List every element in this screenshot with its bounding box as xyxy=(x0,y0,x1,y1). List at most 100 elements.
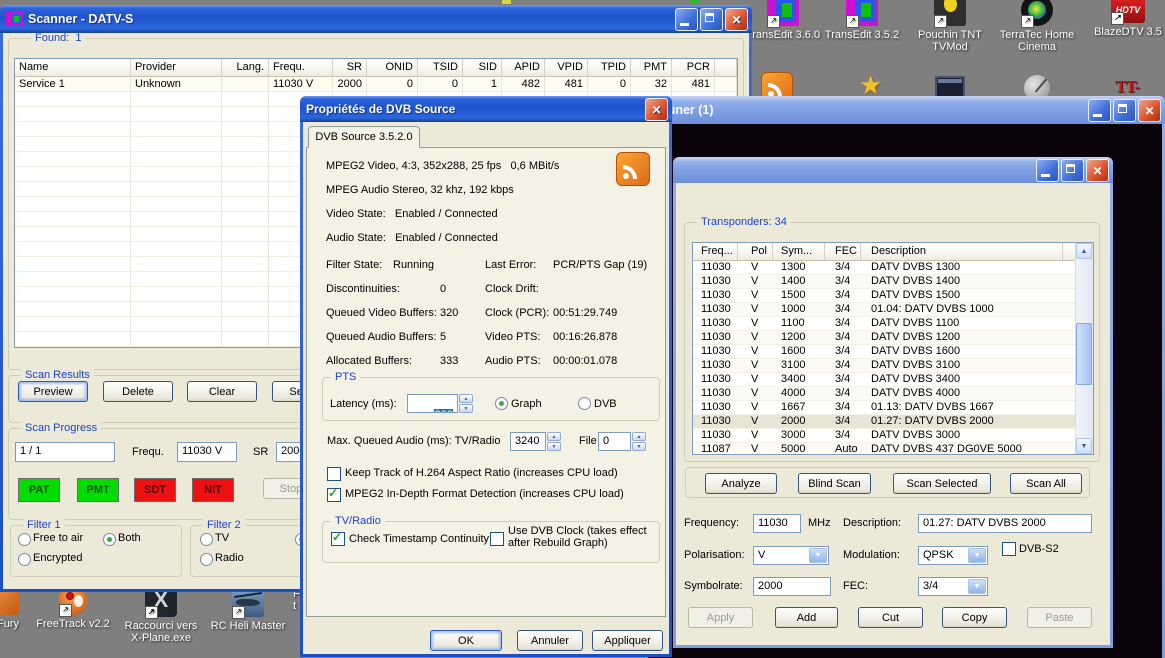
spin-up-icon[interactable]: ▲ xyxy=(632,432,646,441)
latency-stepper[interactable]: ▲▼ xyxy=(459,394,473,413)
tuner-titlebar[interactable]: Tuner (1) xyxy=(645,96,1165,124)
close-button[interactable] xyxy=(1138,99,1161,122)
frequency-field[interactable]: 11030 xyxy=(753,514,801,533)
scroll-down-icon[interactable]: ▼ xyxy=(1076,438,1092,454)
column-header[interactable]: SID xyxy=(463,59,502,77)
desktop-icon-pouchin[interactable]: ↗Pouchin TNTTVMod xyxy=(910,0,990,53)
max-queued-tv-stepper[interactable]: ▲▼ xyxy=(547,432,561,451)
frequ-field[interactable]: 11030 V xyxy=(177,442,237,462)
scrollbar-thumb[interactable] xyxy=(1076,323,1092,385)
column-header[interactable]: Description xyxy=(861,243,1063,261)
column-header[interactable]: PMT xyxy=(631,59,672,77)
polarisation-select[interactable]: V ▼ xyxy=(753,546,829,565)
desktop-icon-xplane[interactable]: X↗Raccourci versX-Plane.exe xyxy=(121,585,201,644)
symbolrate-field[interactable]: 2000 xyxy=(753,577,831,596)
transponder-row[interactable]: 11030V34003/4DATV DVBS 3400 xyxy=(693,373,1093,387)
spin-down-icon[interactable]: ▼ xyxy=(547,442,561,451)
max-queued-file-stepper[interactable]: ▲▼ xyxy=(632,432,646,451)
apply-button[interactable]: Apply xyxy=(688,607,753,628)
modulation-select[interactable]: QPSK ▼ xyxy=(918,546,988,565)
close-button[interactable] xyxy=(725,8,748,31)
delete-button[interactable]: Delete xyxy=(103,381,173,402)
tab-dvb-source[interactable]: DVB Source 3.5.2.0 xyxy=(308,126,420,148)
close-button[interactable] xyxy=(1086,159,1109,182)
cut-button[interactable]: Cut xyxy=(858,607,923,628)
description-field[interactable]: 01.27: DATV DVBS 2000 xyxy=(918,514,1092,533)
clear-button[interactable]: Clear xyxy=(187,381,257,402)
desktop-icon-transedit-352[interactable]: ↗TransEdit 3.5.2 xyxy=(822,0,902,41)
scan-selected-button[interactable]: Scan Selected xyxy=(893,473,991,494)
appliquer-button[interactable]: Appliquer xyxy=(592,630,663,651)
spin-down-icon[interactable]: ▼ xyxy=(632,442,646,451)
latency-field[interactable]: 300 xyxy=(407,394,458,413)
column-header[interactable]: Lang. xyxy=(222,59,269,77)
transponder-row[interactable]: 11030V16673/401.13: DATV DVBS 1667 xyxy=(693,401,1093,415)
column-header[interactable]: FEC xyxy=(825,243,861,261)
spin-down-icon[interactable]: ▼ xyxy=(459,404,473,413)
transponder-row[interactable]: 11030V31003/4DATV DVBS 3100 xyxy=(693,359,1093,373)
chevron-down-icon[interactable]: ▼ xyxy=(968,579,986,594)
dvbs2-checkbox[interactable] xyxy=(1002,542,1016,556)
column-header[interactable]: ONID xyxy=(367,59,418,77)
scan-all-button[interactable]: Scan All xyxy=(1010,473,1082,494)
column-header[interactable]: Pol xyxy=(738,243,773,261)
minimize-button[interactable] xyxy=(1036,159,1059,182)
analyze-button[interactable]: Analyze xyxy=(705,473,777,494)
transponder-row[interactable]: 11030V40003/4DATV DVBS 4000 xyxy=(693,387,1093,401)
graph-radio[interactable] xyxy=(495,397,508,410)
annuler-button[interactable]: Annuler xyxy=(517,630,583,651)
mpeg2-indepth-checkbox[interactable] xyxy=(327,488,341,502)
preview-button[interactable]: Preview xyxy=(18,381,88,402)
filter1-radio-both[interactable] xyxy=(103,533,116,546)
column-header[interactable]: Sym... xyxy=(773,243,825,261)
desktop-icon-transedit-360[interactable]: ↗TransEdit 3.6.0 xyxy=(743,0,823,41)
maximize-button[interactable] xyxy=(1113,99,1136,122)
maximize-button[interactable] xyxy=(700,8,723,31)
minimize-button[interactable] xyxy=(675,8,698,31)
spin-up-icon[interactable]: ▲ xyxy=(547,432,561,441)
column-header[interactable]: VPID xyxy=(545,59,588,77)
filter2-radio-radio[interactable] xyxy=(200,553,213,566)
use-dvb-clock-checkbox[interactable] xyxy=(490,532,504,546)
column-header[interactable]: TPID xyxy=(588,59,631,77)
transponder-row[interactable]: 11030V14003/4DATV DVBS 1400 xyxy=(693,275,1093,289)
column-header[interactable]: APID xyxy=(502,59,545,77)
transponder-row[interactable]: 11030V15003/4DATV DVBS 1500 xyxy=(693,289,1093,303)
column-header[interactable]: SR xyxy=(333,59,367,77)
chevron-down-icon[interactable]: ▼ xyxy=(968,548,986,563)
add-button[interactable]: Add xyxy=(775,607,838,628)
column-header[interactable]: Freq... xyxy=(693,243,738,261)
copy-button[interactable]: Copy xyxy=(942,607,1007,628)
transponder-row[interactable]: 11030V30003/4DATV DVBS 3000 xyxy=(693,429,1093,443)
desktop-icon-rcheli[interactable]: ↗RC Heli Master xyxy=(208,585,288,632)
column-header[interactable]: PCR xyxy=(672,59,715,77)
timestamp-continuity-checkbox[interactable] xyxy=(331,532,345,546)
desktop-icon-blazedtv[interactable]: HDTV↗BlazeDTV 3.5 xyxy=(1088,0,1165,38)
transponder-list[interactable]: Freq...PolSym...FECDescription11030V1300… xyxy=(692,242,1094,455)
table-row[interactable]: Service 1Unknown11030 V20000014824810324… xyxy=(15,77,737,92)
desktop-icon-terratec[interactable]: ↗TerraTec HomeCinema xyxy=(997,0,1077,53)
scroll-up-icon[interactable]: ▲ xyxy=(1076,243,1092,259)
transponder-row[interactable]: 11030V12003/4DATV DVBS 1200 xyxy=(693,331,1093,345)
filter1-radio-encrypted[interactable] xyxy=(18,553,31,566)
vertical-scrollbar[interactable]: ▲▼ xyxy=(1075,243,1093,454)
transponder-titlebar[interactable] xyxy=(673,157,1113,183)
blind-scan-button[interactable]: Blind Scan xyxy=(798,473,871,494)
scanner-titlebar[interactable]: Scanner - DATV-S xyxy=(0,5,752,33)
dvb-radio[interactable] xyxy=(578,397,591,410)
ok-button[interactable]: OK xyxy=(430,630,502,651)
transponder-row[interactable]: 11030V11003/4DATV DVBS 1100 xyxy=(693,317,1093,331)
column-header[interactable]: Provider xyxy=(131,59,222,77)
h264-aspect-checkbox[interactable] xyxy=(327,467,341,481)
maximize-button[interactable] xyxy=(1061,159,1084,182)
dialog-titlebar[interactable]: Propriétés de DVB Source xyxy=(300,96,672,122)
max-queued-file-field[interactable]: 0 xyxy=(598,432,631,451)
transponder-row[interactable]: 11087V5000AutoDATV DVBS 437 DG0VE 5000 xyxy=(693,443,1093,455)
filter2-radio-tv[interactable] xyxy=(200,533,213,546)
chevron-down-icon[interactable]: ▼ xyxy=(809,548,827,563)
transponder-row[interactable]: 11030V16003/4DATV DVBS 1600 xyxy=(693,345,1093,359)
filter1-radio-free-to-air[interactable] xyxy=(18,533,31,546)
transponder-row[interactable]: 11030V13003/4DATV DVBS 1300 xyxy=(693,261,1093,275)
max-queued-tv-field[interactable]: 3240 xyxy=(510,432,546,451)
column-header[interactable]: TSID xyxy=(418,59,463,77)
